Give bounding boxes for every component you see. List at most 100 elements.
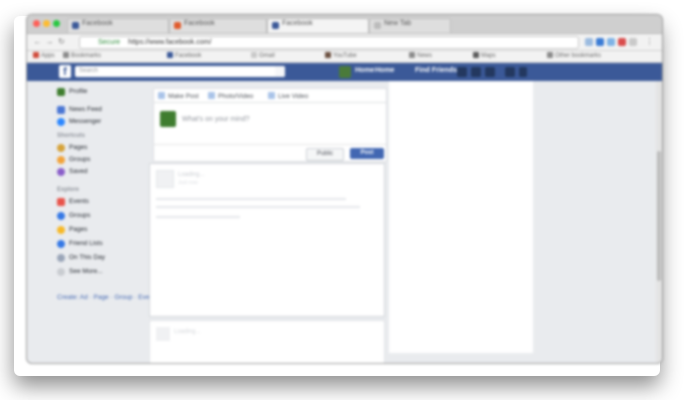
find-friends-link[interactable]: Find Friends [415, 67, 457, 74]
facebook-icon [174, 22, 181, 29]
nav-explore-item[interactable]: On This Day [57, 253, 157, 263]
close-window-icon[interactable] [33, 20, 40, 27]
messages-icon[interactable] [471, 67, 481, 77]
nav-shortcut[interactable]: Pages [57, 143, 157, 153]
browser-tab[interactable]: Facebook [169, 18, 267, 33]
audience-button[interactable]: Public [306, 148, 344, 161]
more-icon [57, 268, 65, 276]
feed-story: Loading... Just now [149, 163, 385, 317]
scrollbar-thumb[interactable] [657, 151, 661, 281]
extension-icon[interactable] [629, 38, 637, 46]
minimize-window-icon[interactable] [43, 20, 50, 27]
tab-label: New Tab [384, 20, 412, 27]
browser-tab[interactable]: Facebook [67, 18, 169, 33]
placeholder-line [156, 216, 240, 218]
url-field[interactable]: Secure https://www.facebook.com/ [79, 36, 579, 49]
profile-link[interactable]: Home [355, 67, 374, 74]
forward-icon[interactable]: → [45, 37, 54, 46]
browser-tab-active[interactable]: Facebook [267, 18, 369, 33]
nav-profile[interactable]: Profile [57, 87, 157, 97]
create-links[interactable]: Create: Ad · Page · Group · Event [57, 293, 157, 303]
nav-explore-item[interactable]: Pages [57, 225, 157, 235]
account-menu-icon[interactable] [519, 67, 527, 77]
tab-photo-video[interactable]: Photo/Video [208, 92, 253, 100]
bookmark-item[interactable]: YouTube [325, 52, 405, 61]
placeholder-line [156, 198, 346, 200]
tab-live-video[interactable]: Live Video [268, 92, 308, 100]
composer-tabs: Make Post Photo/Video Live Video [153, 88, 387, 103]
menu-icon[interactable]: ⋮ [645, 37, 654, 46]
page-scrollbar[interactable] [656, 81, 662, 363]
reload-icon[interactable]: ↻ [57, 37, 66, 46]
groups-icon [57, 212, 65, 220]
facebook-icon [167, 52, 173, 58]
avatar [156, 327, 170, 341]
browser-window: Facebook Facebook Facebook New Tab ← → ↻… [26, 14, 663, 364]
tab-make-post[interactable]: Make Post [158, 92, 199, 100]
on-this-day-icon [57, 254, 65, 262]
address-bar-row: ← → ↻ Secure https://www.facebook.com/ ⋮ [27, 34, 662, 51]
search-icon[interactable] [275, 66, 285, 77]
post-composer: What's on your mind? Public Post [153, 102, 387, 162]
tab-strip: Facebook Facebook Facebook New Tab [27, 15, 662, 34]
extension-icon[interactable] [596, 38, 604, 46]
page-icon [374, 22, 381, 29]
shortcuts-heading: Shortcuts [57, 133, 86, 139]
tab-label: Facebook [82, 20, 113, 27]
profile-avatar[interactable] [339, 66, 351, 78]
facebook-icon [272, 22, 279, 29]
nav-shortcut[interactable]: Saved 1 [57, 167, 157, 177]
events-icon [57, 198, 65, 206]
bookmark-item[interactable]: News [409, 52, 469, 61]
bookmark-item[interactable]: Apps [33, 52, 55, 61]
nav-explore-item[interactable]: Friend Lists [57, 239, 157, 249]
zoom-window-icon[interactable] [53, 20, 60, 27]
nav-news-feed[interactable]: News Feed [57, 105, 157, 115]
extension-icon[interactable] [585, 38, 593, 46]
bookmarks-bar: Apps Bookmarks Facebook Gmail YouTube Ne… [27, 51, 662, 63]
bookmark-item[interactable]: Gmail [251, 52, 321, 61]
maps-icon [473, 52, 479, 58]
pages-icon [57, 226, 65, 234]
tab-label: Facebook [184, 20, 215, 27]
extension-icon[interactable] [618, 38, 626, 46]
bookmark-item[interactable]: Bookmarks [63, 52, 163, 61]
extension-icon[interactable] [607, 38, 615, 46]
news-feed-icon [57, 106, 65, 114]
post-button[interactable]: Post [350, 148, 384, 159]
groups-icon [57, 156, 65, 164]
story-timestamp: Just now [178, 180, 198, 186]
bookmark-item[interactable]: Maps [473, 52, 543, 61]
facebook-header: f Search Home Home Find Friends [27, 63, 662, 81]
nav-explore-item[interactable]: Groups [57, 211, 157, 221]
pages-icon [57, 144, 65, 152]
bookmark-item[interactable]: Facebook [167, 52, 247, 61]
notifications-icon[interactable] [485, 67, 495, 77]
gmail-icon [251, 52, 257, 58]
tab-label: Facebook [282, 20, 313, 27]
explore-heading: Explore [57, 187, 80, 193]
pencil-icon [158, 92, 165, 99]
nav-shortcut[interactable]: Groups [57, 155, 157, 165]
avatar [156, 170, 174, 188]
messenger-icon [57, 118, 65, 126]
home-link[interactable]: Home [375, 67, 394, 74]
help-icon[interactable] [505, 67, 515, 77]
nav-messenger[interactable]: Messenger [57, 117, 157, 127]
nav-explore-item[interactable]: Events [57, 197, 157, 207]
composer-input[interactable]: What's on your mind? [182, 116, 249, 123]
nav-see-more[interactable]: See More... [57, 267, 157, 277]
feed-story: Loading... [149, 320, 385, 363]
friends-icon [57, 240, 65, 248]
back-icon[interactable]: ← [33, 37, 42, 46]
story-author: Loading... [178, 172, 205, 178]
facebook-search-input[interactable]: Search [75, 66, 285, 77]
facebook-logo-icon[interactable]: f [59, 65, 71, 78]
avatar [160, 111, 176, 127]
story-author: Loading... [174, 329, 201, 335]
bookmark-item[interactable]: Other bookmarks [547, 52, 647, 61]
browser-tab[interactable]: New Tab [369, 18, 451, 33]
composer-footer: Public Post [154, 144, 386, 161]
friend-requests-icon[interactable] [457, 67, 467, 77]
saved-icon [57, 168, 65, 176]
